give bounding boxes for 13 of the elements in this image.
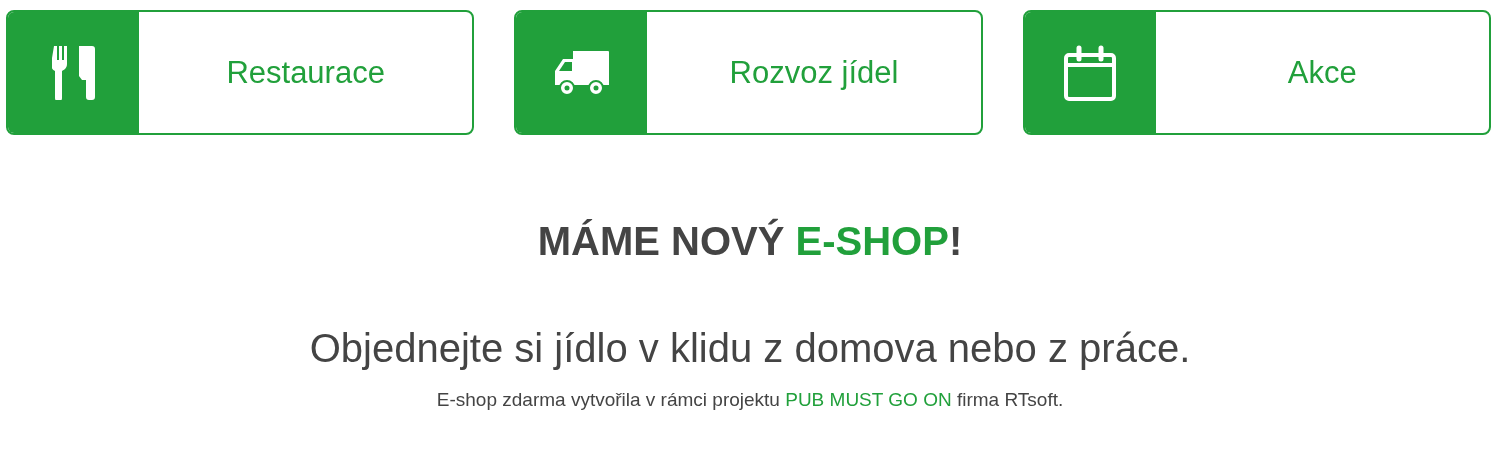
- project-link[interactable]: PUB MUST GO ON: [785, 389, 952, 410]
- subtitle: Objednejte si jídlo v klidu z domova nebo z práce.: [309, 326, 1191, 371]
- calendar-icon: [1064, 44, 1117, 101]
- fork-and-knife-icon: [51, 45, 96, 100]
- footer-text: E-shop zdarma vytvořila v rámci projektu PUB MUST GO ON firma RTsoft.: [436, 389, 1064, 411]
- headline: MÁME NOVÝ E-SHOP!: [537, 219, 963, 264]
- truck-icon: [554, 50, 609, 95]
- category-tile[interactable]: Rozvoz jídel: [514, 10, 983, 135]
- tile-label: Rozvoz jídel: [729, 54, 899, 91]
- tile-label: Akce: [1287, 54, 1357, 91]
- tile-label: Restaurace: [226, 54, 385, 91]
- category-tile[interactable]: Restaurace: [6, 10, 475, 135]
- category-tile[interactable]: Akce: [1022, 10, 1491, 135]
